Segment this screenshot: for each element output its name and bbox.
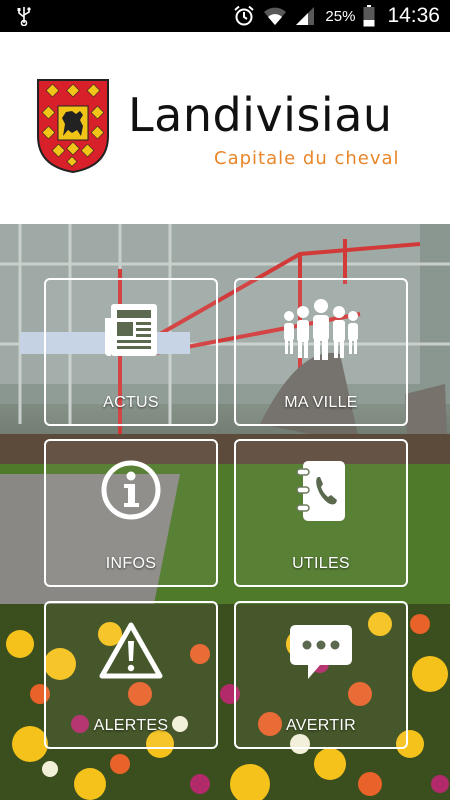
signal-icon bbox=[296, 7, 315, 25]
newspaper-icon bbox=[105, 304, 157, 356]
phonebook-icon bbox=[296, 461, 345, 521]
tile-actus-label: ACTUS bbox=[103, 394, 159, 411]
tile-infos-label: INFOS bbox=[105, 555, 157, 572]
tile-alertes-label: ALERTES bbox=[93, 717, 169, 734]
tile-actus[interactable]: ACTUS bbox=[44, 278, 218, 426]
people-icon bbox=[284, 299, 358, 360]
warning-icon bbox=[99, 622, 163, 679]
clock: 14:36 bbox=[387, 4, 440, 27]
tile-utiles-label: UTILES bbox=[292, 555, 350, 572]
tile-alertes[interactable]: ALERTES bbox=[44, 601, 218, 749]
tile-infos[interactable]: INFOS bbox=[44, 439, 218, 587]
tile-avertir-label: AVERTIR bbox=[286, 717, 356, 734]
alarm-icon bbox=[234, 5, 255, 26]
tile-utiles[interactable]: UTILES bbox=[234, 439, 408, 587]
tile-ma-ville[interactable]: MA VILLE bbox=[234, 278, 408, 426]
app-subtitle: Capitale du cheval bbox=[214, 148, 400, 169]
battery-icon bbox=[363, 5, 375, 27]
app-title: Landivisiau bbox=[128, 88, 393, 142]
battery-percent: 25% bbox=[325, 7, 356, 25]
info-icon bbox=[101, 460, 161, 520]
coat-of-arms-logo bbox=[37, 79, 109, 174]
wifi-icon bbox=[264, 7, 287, 25]
tile-ma-ville-label: MA VILLE bbox=[284, 394, 358, 411]
status-bar: 25% 14:36 bbox=[0, 0, 450, 32]
chat-icon bbox=[290, 625, 352, 679]
usb-icon bbox=[17, 7, 31, 26]
tile-avertir[interactable]: AVERTIR bbox=[234, 601, 408, 749]
app-header: Landivisiau Capitale du cheval bbox=[0, 32, 450, 224]
